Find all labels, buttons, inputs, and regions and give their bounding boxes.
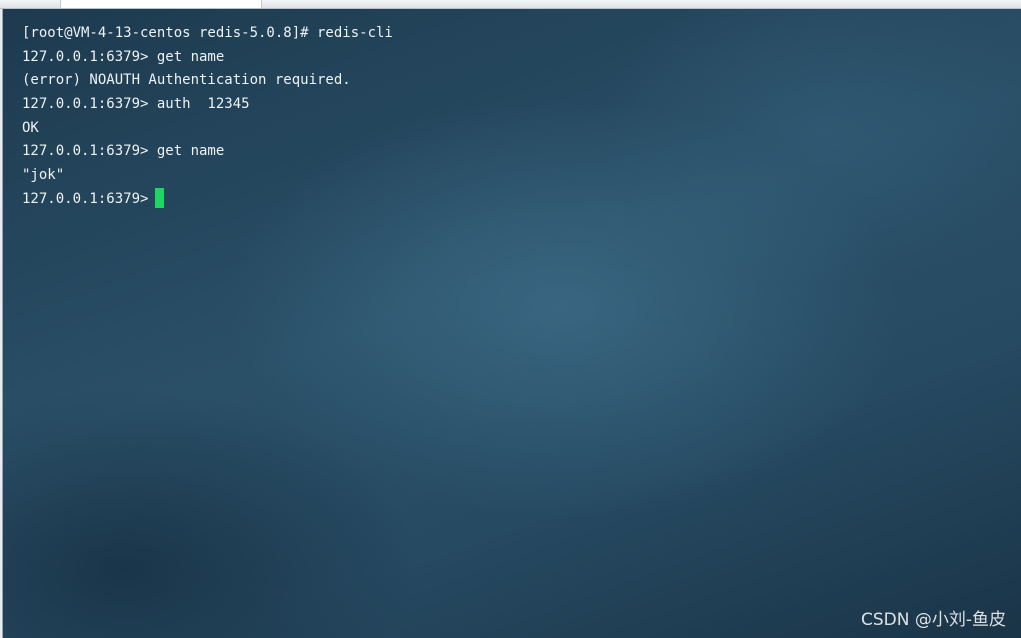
terminal-prompt-line[interactable]: 127.0.0.1:6379> <box>22 187 393 212</box>
tab-strip <box>0 0 1021 9</box>
watermark: CSDN @小刘-鱼皮 <box>860 610 1006 630</box>
terminal-screen[interactable]: [root@VM-4-13-centos redis-5.0.8]# redis… <box>2 9 1021 638</box>
text-cursor <box>155 187 165 208</box>
terminal-line-7: "jok" <box>22 167 65 184</box>
terminal-line-4: 127.0.0.1:6379> auth 12345 <box>22 96 250 113</box>
terminal-prompt: 127.0.0.1:6379> <box>22 190 149 207</box>
terminal-line-5: OK <box>22 119 39 136</box>
terminal-line-6: 127.0.0.1:6379> get name <box>22 143 225 160</box>
terminal-line-1: [root@VM-4-13-centos redis-5.0.8]# redis… <box>22 25 393 41</box>
terminal-output: [root@VM-4-13-centos redis-5.0.8]# redis… <box>22 22 393 212</box>
terminal-line-3: (error) NOAUTH Authentication required. <box>22 72 351 89</box>
terminal-line-2: 127.0.0.1:6379> get name <box>22 48 225 65</box>
active-tab[interactable] <box>60 0 262 8</box>
terminal-window: [root@VM-4-13-centos redis-5.0.8]# redis… <box>0 0 1021 638</box>
